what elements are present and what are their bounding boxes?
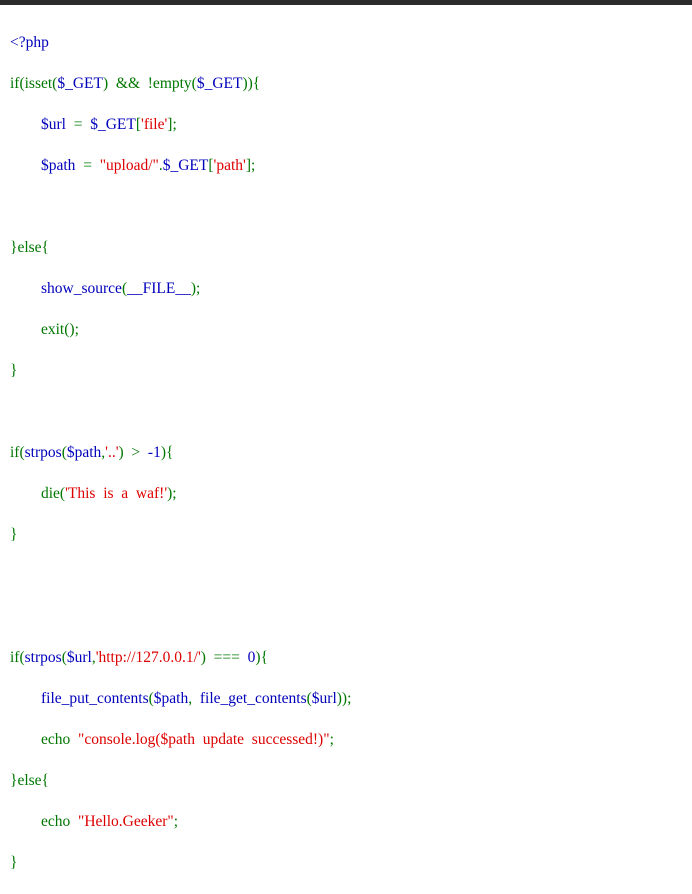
code-token: 0 xyxy=(247,648,256,666)
code-token: file_get_contents xyxy=(199,689,307,707)
code-token: ); xyxy=(167,484,177,502)
code-line: echo "Hello.Geeker"; xyxy=(10,812,351,833)
code-token: $_GET xyxy=(162,156,209,174)
code-token: $path xyxy=(153,689,189,707)
code-token: '..' xyxy=(105,443,119,461)
code-token: ){ xyxy=(160,443,174,461)
code-token: __FILE__ xyxy=(127,279,191,297)
code-token: } xyxy=(10,361,18,379)
code-token: ) > xyxy=(118,443,148,461)
code-token: ) === xyxy=(200,648,248,666)
code-token: if(isset( xyxy=(10,74,58,92)
code-token: $_GET xyxy=(196,74,243,92)
code-line: echo "console.log($path update successed… xyxy=(10,730,351,751)
code-line: } xyxy=(10,853,351,874)
code-token: 'http://127.0.0.1/' xyxy=(95,648,201,666)
code-token: if( xyxy=(10,648,25,666)
code-token: 'This is a waf!' xyxy=(65,484,168,502)
code-token: }else{ xyxy=(10,238,49,256)
code-token: show_source xyxy=(41,279,122,297)
code-line: file_put_contents($path, file_get_conten… xyxy=(10,689,351,710)
code-token: -1 xyxy=(147,443,161,461)
code-token: }else{ xyxy=(10,771,49,789)
code-token: echo xyxy=(10,730,79,748)
code-token: = xyxy=(65,115,91,133)
code-token: ){ xyxy=(255,648,269,666)
code-line: if(isset($_GET) && !empty($_GET)){ xyxy=(10,74,351,95)
code-token: } xyxy=(10,525,18,543)
code-token: ]; xyxy=(167,115,177,133)
code-token: strpos xyxy=(24,648,62,666)
code-token: ); xyxy=(190,279,201,297)
code-token: "upload/" xyxy=(99,156,159,174)
code-line: $path = "upload/".$_GET['path']; xyxy=(10,156,351,177)
top-border xyxy=(0,0,692,5)
code-token: 'path' xyxy=(213,156,246,174)
code-token: die( xyxy=(10,484,66,502)
code-token: $_GET xyxy=(57,74,103,92)
code-token: ; xyxy=(329,730,334,748)
code-token: $_GET xyxy=(90,115,136,133)
code-token: ) && !empty( xyxy=(103,74,197,92)
code-token: , xyxy=(188,689,200,707)
code-token: } xyxy=(10,853,18,871)
code-token: echo xyxy=(10,812,79,830)
code-line: if(strpos($path,'..') > -1){ xyxy=(10,443,351,464)
code-line: <?php xyxy=(10,33,351,54)
code-line: die('This is a waf!'); xyxy=(10,484,351,505)
code-token: ; xyxy=(173,812,179,830)
code-line: }else{ xyxy=(10,238,351,259)
code-token: <?php xyxy=(10,33,49,51)
code-token: $url xyxy=(311,689,337,707)
code-token: ]; xyxy=(245,156,256,174)
code-token: file_put_contents xyxy=(41,689,149,707)
code-token: $url xyxy=(41,115,66,133)
code-line: } xyxy=(10,525,351,546)
code-token: )){ xyxy=(242,74,261,92)
code-token: strpos xyxy=(24,443,62,461)
code-token: = xyxy=(75,156,100,174)
code-token: exit(); xyxy=(10,320,79,338)
code-line: show_source(__FILE__); xyxy=(10,279,351,300)
code-token: $path xyxy=(66,443,102,461)
code-token: 'file' xyxy=(141,115,168,133)
code-line: exit(); xyxy=(10,320,351,341)
code-line: if(strpos($url,'http://127.0.0.1/') === … xyxy=(10,648,351,669)
php-source-code: <?php if(isset($_GET) && !empty($_GET)){… xyxy=(10,12,351,894)
code-line: $url = $_GET['file']; xyxy=(10,115,351,136)
code-token: $url xyxy=(66,648,92,666)
code-token: if( xyxy=(10,443,25,461)
code-token: $path xyxy=(41,156,76,174)
code-line: } xyxy=(10,361,351,382)
code-token: )); xyxy=(336,689,352,707)
code-line: }else{ xyxy=(10,771,351,792)
code-token: "console.log($path update successed!)" xyxy=(78,730,330,748)
code-token: "Hello.Geeker" xyxy=(78,812,174,830)
